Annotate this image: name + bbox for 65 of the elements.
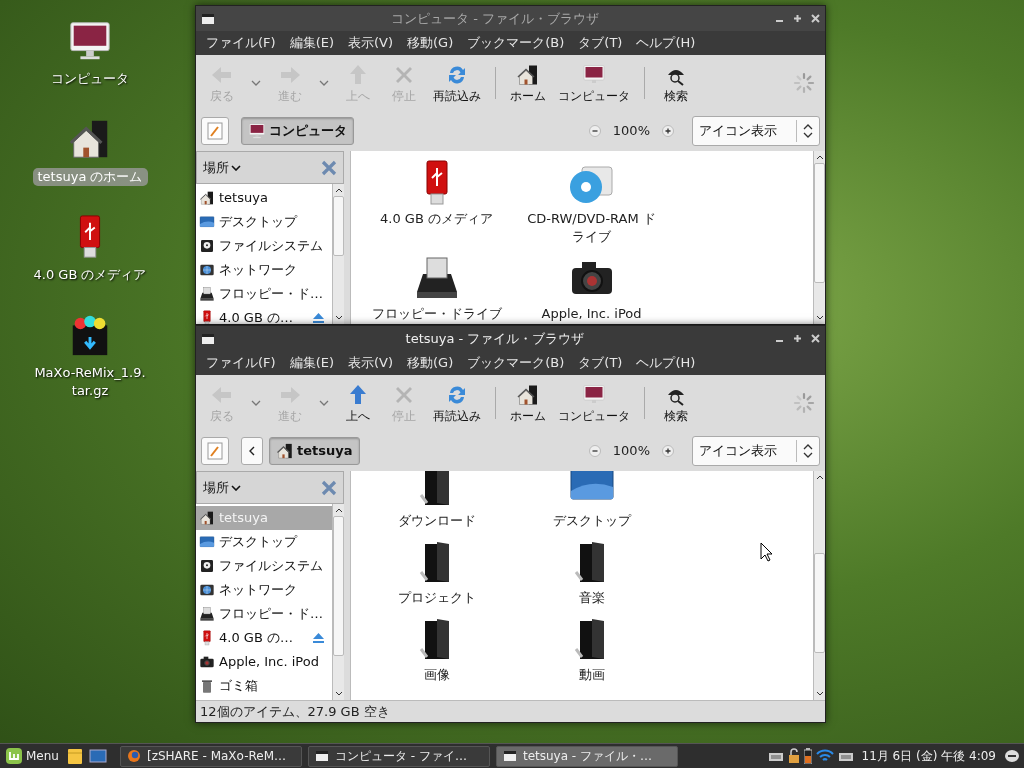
menu-item[interactable]: 移動(G) — [400, 353, 461, 373]
menu-item[interactable]: ファイル(F) — [199, 353, 283, 373]
toolbar-button[interactable]: ホーム — [504, 62, 552, 104]
window-title: コンピュータ - ファイル・ブラウザ — [390, 9, 600, 28]
sidebar-item[interactable]: tetsuya — [196, 186, 332, 210]
path-button[interactable]: コンピュータ — [241, 117, 354, 145]
menu-item[interactable]: 編集(E) — [282, 33, 341, 53]
zoom-level: 100% — [612, 122, 650, 141]
file-icon-label[interactable]: 音楽 — [521, 589, 662, 607]
places-dropdown[interactable]: 場所 — [203, 157, 241, 178]
file-icon-label[interactable]: フロッピー・ドライブ — [366, 305, 507, 323]
menu-item[interactable]: タブ(T) — [571, 353, 630, 373]
menu-item[interactable]: 表示(V) — [341, 33, 401, 53]
file-icon-label[interactable]: 4.0 GB のメディア — [366, 210, 507, 228]
start-menu-button[interactable]: Menu — [0, 744, 64, 768]
toolbar-button[interactable]: 再読込み — [427, 62, 487, 104]
sidebar-item[interactable]: ネットワーク — [196, 578, 332, 602]
sidebar-item[interactable]: Apple, Inc. iPod — [196, 650, 332, 674]
desktop-icon-label[interactable]: 4.0 GB のメディア — [28, 266, 152, 284]
menu-item[interactable]: ブックマーク(B) — [460, 33, 572, 53]
desktop-icon-label[interactable]: MaXo-ReMix_1.9.tar.gz — [28, 364, 152, 400]
sidebar-item[interactable]: ゴミ箱 — [196, 674, 332, 698]
toolbar-button[interactable]: 再読込み — [427, 382, 487, 424]
taskbar-task[interactable]: tetsuya - ファイル・… — [495, 745, 678, 767]
toolbar-button[interactable]: 検索 — [653, 62, 699, 104]
sidebar-item[interactable]: ネットワーク — [196, 258, 332, 282]
zoom-level: 100% — [612, 442, 650, 461]
toolbar-button[interactable]: コンピュータ — [552, 62, 636, 104]
sidebar-item[interactable]: フロッピー・ド… — [196, 282, 332, 306]
window-title: tetsuya - ファイル・ブラウザ — [404, 329, 586, 348]
sidebar-item[interactable]: 4.0 GB の… — [196, 306, 332, 324]
toolbar-button[interactable]: 検索 — [653, 382, 699, 424]
toolbar-button[interactable]: コンピュータ — [552, 382, 636, 424]
clock[interactable]: 11月 6日 (金) 午後 4:09 — [861, 747, 996, 765]
file-icon-label[interactable]: Apple, Inc. iPod — [521, 305, 662, 323]
file-icon-label[interactable]: CD-RW/DVD-RAM ドライブ — [521, 210, 662, 246]
desktop-icon-label[interactable]: コンピュータ — [46, 70, 134, 88]
sidebar-item[interactable]: デスクトップ — [196, 530, 332, 554]
sidebar-item[interactable]: デスクトップ — [196, 210, 332, 234]
file-icon-label[interactable]: プロジェクト — [366, 589, 507, 607]
toolbar-button[interactable]: 上へ — [335, 382, 381, 424]
taskbar-task[interactable]: [zSHARE - MaXo-ReM… — [119, 745, 302, 767]
taskbar-task[interactable]: コンピュータ - ファイ… — [307, 745, 490, 767]
menu-item[interactable]: 表示(V) — [341, 353, 401, 373]
file-icon-label[interactable]: 動画 — [521, 666, 662, 684]
view-mode-dropdown[interactable]: アイコン表示 — [692, 116, 820, 146]
places-dropdown[interactable]: 場所 — [203, 477, 241, 498]
sidebar-item[interactable]: 4.0 GB の… — [196, 626, 332, 650]
sidebar-item[interactable]: ファイルシステム — [196, 554, 332, 578]
menu-item[interactable]: ブックマーク(B) — [460, 353, 572, 373]
status-text: 12個のアイテム、27.9 GB 空き — [200, 702, 390, 721]
menu-item[interactable]: ヘルプ(H) — [629, 33, 703, 53]
file-icon-label[interactable]: デスクトップ — [521, 512, 662, 530]
file-icon-label[interactable]: ダウンロード — [366, 512, 507, 530]
sidebar-item[interactable]: フロッピー・ド… — [196, 602, 332, 626]
menu-item[interactable]: 移動(G) — [400, 33, 461, 53]
path-button[interactable]: tetsuya — [269, 437, 360, 465]
menu-item[interactable]: ファイル(F) — [199, 33, 283, 53]
sidebar-item[interactable]: ファイルシステム — [196, 234, 332, 258]
menu-item[interactable]: 編集(E) — [282, 353, 341, 373]
menu-item[interactable]: ヘルプ(H) — [629, 353, 703, 373]
toolbar-button[interactable]: ホーム — [504, 382, 552, 424]
file-icon-label[interactable]: 画像 — [366, 666, 507, 684]
menu-item[interactable]: タブ(T) — [571, 33, 630, 53]
view-mode-dropdown[interactable]: アイコン表示 — [692, 436, 820, 466]
